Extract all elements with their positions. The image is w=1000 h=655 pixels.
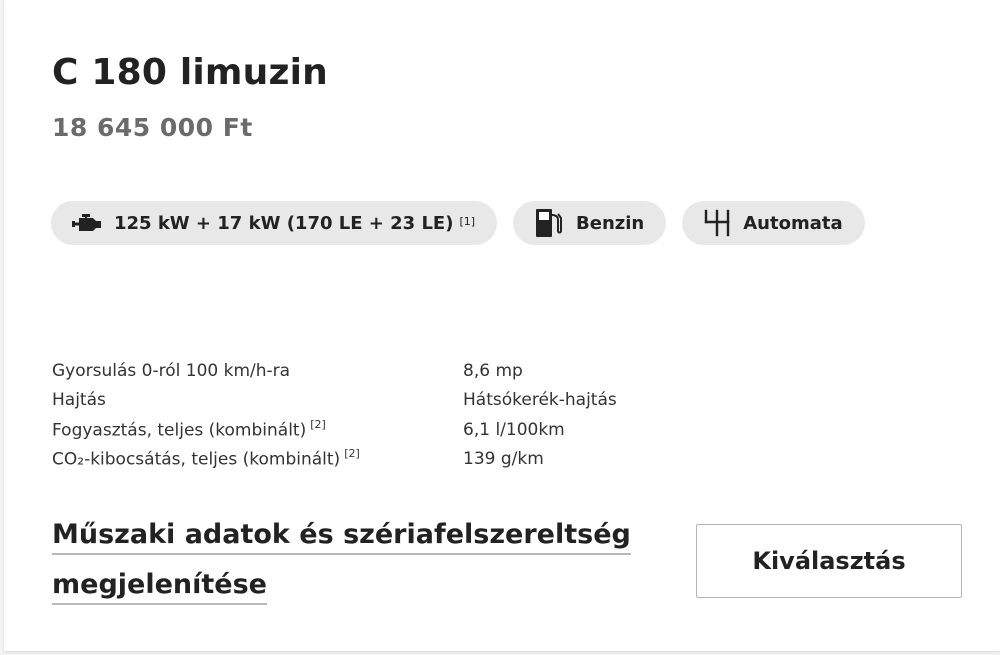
spec-label: Fogyasztás, teljes (kombinált) [2]	[52, 417, 326, 441]
chip-transmission: Automata	[682, 201, 865, 245]
feature-chips: 125 kW + 17 kW (170 LE + 23 LE) [1] Benz…	[51, 201, 865, 245]
chip-fuel-label: Benzin	[576, 212, 645, 234]
gearshift-icon	[703, 208, 731, 238]
spec-label: CO₂-kibocsátás, teljes (kombinált) [2]	[52, 447, 360, 471]
chip-fuel: Benzin	[513, 201, 667, 245]
chip-power: 125 kW + 17 kW (170 LE + 23 LE) [1]	[51, 201, 498, 245]
select-button[interactable]: Kiválasztás	[696, 524, 962, 598]
spec-value: 139 g/km	[463, 449, 544, 470]
fuel-pump-icon	[534, 207, 564, 239]
spec-row: Fogyasztás, teljes (kombinált) [2] 6,1 l/…	[52, 415, 692, 445]
chip-power-label: 125 kW + 17 kW (170 LE + 23 LE)	[114, 212, 454, 234]
footnote-ref-2[interactable]: [2]	[310, 418, 326, 431]
chip-transmission-label: Automata	[743, 212, 843, 234]
spec-row: Gyorsulás 0-ról 100 km/h-ra 8,6 mp	[52, 356, 692, 386]
spec-row: Hajtás Hátsókerék-hajtás	[52, 386, 692, 416]
spec-row: CO₂-kibocsátás, teljes (kombinált) [2] 13…	[52, 445, 692, 475]
spec-table: Gyorsulás 0-ról 100 km/h-ra 8,6 mp Hajtá…	[52, 356, 692, 474]
spec-value: 8,6 mp	[463, 360, 523, 381]
footnote-ref-1[interactable]: [1]	[459, 215, 475, 228]
footnote-ref-2[interactable]: [2]	[344, 447, 360, 460]
spec-value: Hátsókerék-hajtás	[463, 390, 617, 411]
model-title: C 180 limuzin	[52, 52, 328, 93]
engine-icon	[72, 212, 102, 234]
spec-label: Gyorsulás 0-ról 100 km/h-ra	[52, 360, 291, 381]
model-price: 18 645 000 Ft	[52, 113, 253, 142]
technical-details-link[interactable]: Műszaki adatok és szériafelszereltség me…	[52, 510, 642, 610]
spec-value: 6,1 l/100km	[463, 419, 565, 440]
spec-label: Hajtás	[52, 390, 106, 411]
vehicle-card: C 180 limuzin 18 645 000 Ft 125 kW + 17 …	[4, 0, 1000, 651]
